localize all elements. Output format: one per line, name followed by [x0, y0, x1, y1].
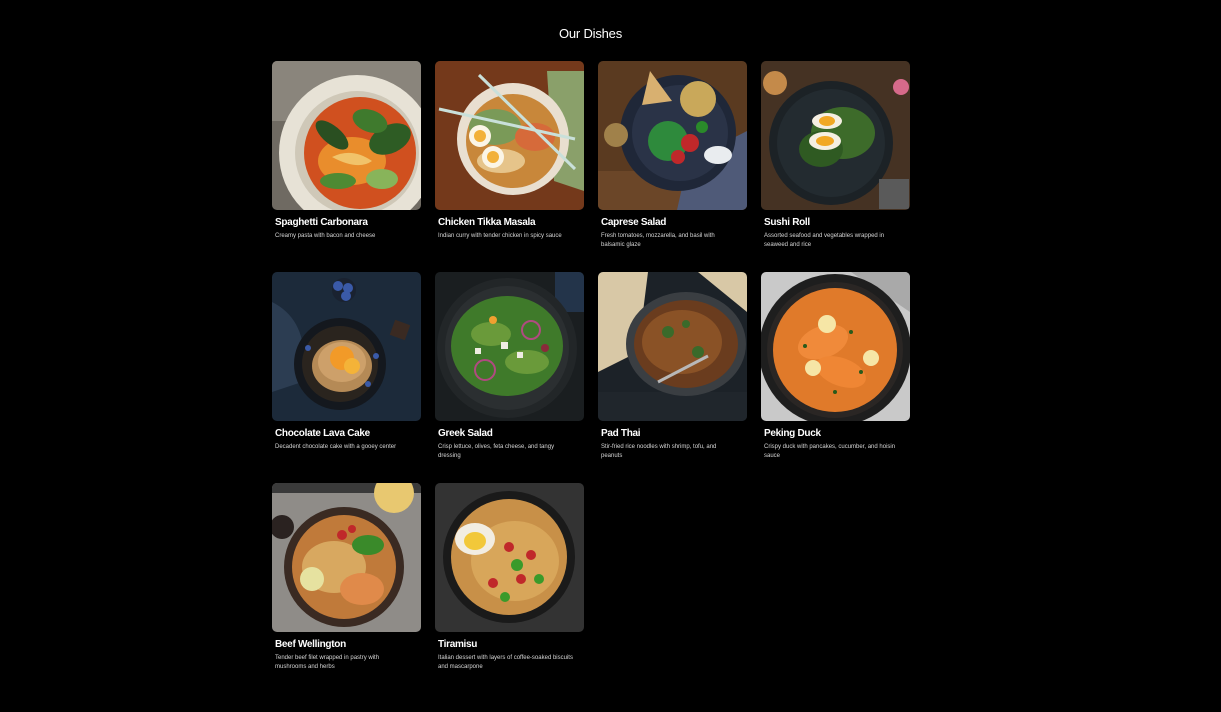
salmon-curry-pan-image	[761, 272, 910, 421]
dish-name: Peking Duck	[764, 428, 821, 439]
dish-name: Sushi Roll	[764, 217, 810, 228]
pancakes-blueberries-image	[272, 272, 421, 421]
dish-description: Decadent chocolate cake with a gooey cen…	[275, 444, 397, 450]
dish-name: Tiramisu	[438, 639, 478, 650]
dish-description: Stir-fried rice noodles with shrimp, tof…	[601, 444, 717, 459]
dish-name: Spaghetti Carbonara	[275, 217, 368, 228]
dish-name: Chicken Tikka Masala	[438, 217, 536, 228]
dish-card[interactable]: Caprese Salad Fresh tomatoes, mozzarella…	[598, 61, 747, 272]
dish-name: Greek Salad	[438, 428, 493, 439]
greek-salad-bowl-image	[435, 272, 584, 421]
dish-name: Caprese Salad	[601, 217, 667, 228]
ramen-bowl-lime-image	[272, 483, 421, 632]
chickpea-salad-bowl-image	[598, 61, 747, 210]
dish-card[interactable]: Beef Wellington Tender beef filet wrappe…	[272, 483, 421, 694]
dish-description: Indian curry with tender chicken in spic…	[438, 233, 562, 239]
dish-card[interactable]: Chocolate Lava Cake Decadent chocolate c…	[272, 272, 421, 483]
dish-name: Chocolate Lava Cake	[275, 428, 370, 439]
dish-name: Pad Thai	[601, 428, 641, 439]
page-title: Our Dishes	[558, 26, 623, 41]
dish-description: Italian dessert with layers of coffee-so…	[438, 655, 573, 670]
dish-card[interactable]: Spaghetti Carbonara Creamy pasta with ba…	[272, 61, 421, 272]
dish-card[interactable]: Sushi Roll Assorted seafood and vegetabl…	[761, 61, 910, 272]
dish-description: Crisp lettuce, olives, feta cheese, and …	[438, 444, 555, 459]
dish-card[interactable]: Peking Duck Crispy duck with pancakes, c…	[761, 272, 910, 483]
dish-card[interactable]: Chicken Tikka Masala Indian curry with t…	[435, 61, 584, 272]
dish-description: Crispy duck with pancakes, cucumber, and…	[764, 444, 896, 459]
dish-card[interactable]: Greek Salad Crisp lettuce, olives, feta …	[435, 272, 584, 483]
egg-spinach-plate-image	[761, 61, 910, 210]
dish-name: Beef Wellington	[275, 639, 346, 650]
dish-description: Creamy pasta with bacon and cheese	[275, 233, 376, 239]
dish-description: Fresh tomatoes, mozzarella, and basil wi…	[601, 233, 715, 248]
dish-description: Tender beef filet wrapped in pastry with…	[275, 655, 380, 670]
dish-card[interactable]: Tiramisu Italian dessert with layers of …	[435, 483, 584, 694]
dish-card[interactable]: Pad Thai Stir-fried rice noodles with sh…	[598, 272, 747, 483]
dishes-page: Our Dishes Spaghetti Carbonara Creamy pa…	[0, 0, 1221, 712]
noodle-bowl-egg-image	[435, 483, 584, 632]
bowl-soup-bok-choy-image	[272, 61, 421, 210]
ramen-eggs-chopsticks-image	[435, 61, 584, 210]
dish-description: Assorted seafood and vegetables wrapped …	[764, 233, 885, 248]
dishes-grid: Spaghetti Carbonara Creamy pasta with ba…	[272, 61, 910, 694]
curry-pan-naan-image	[598, 272, 747, 421]
